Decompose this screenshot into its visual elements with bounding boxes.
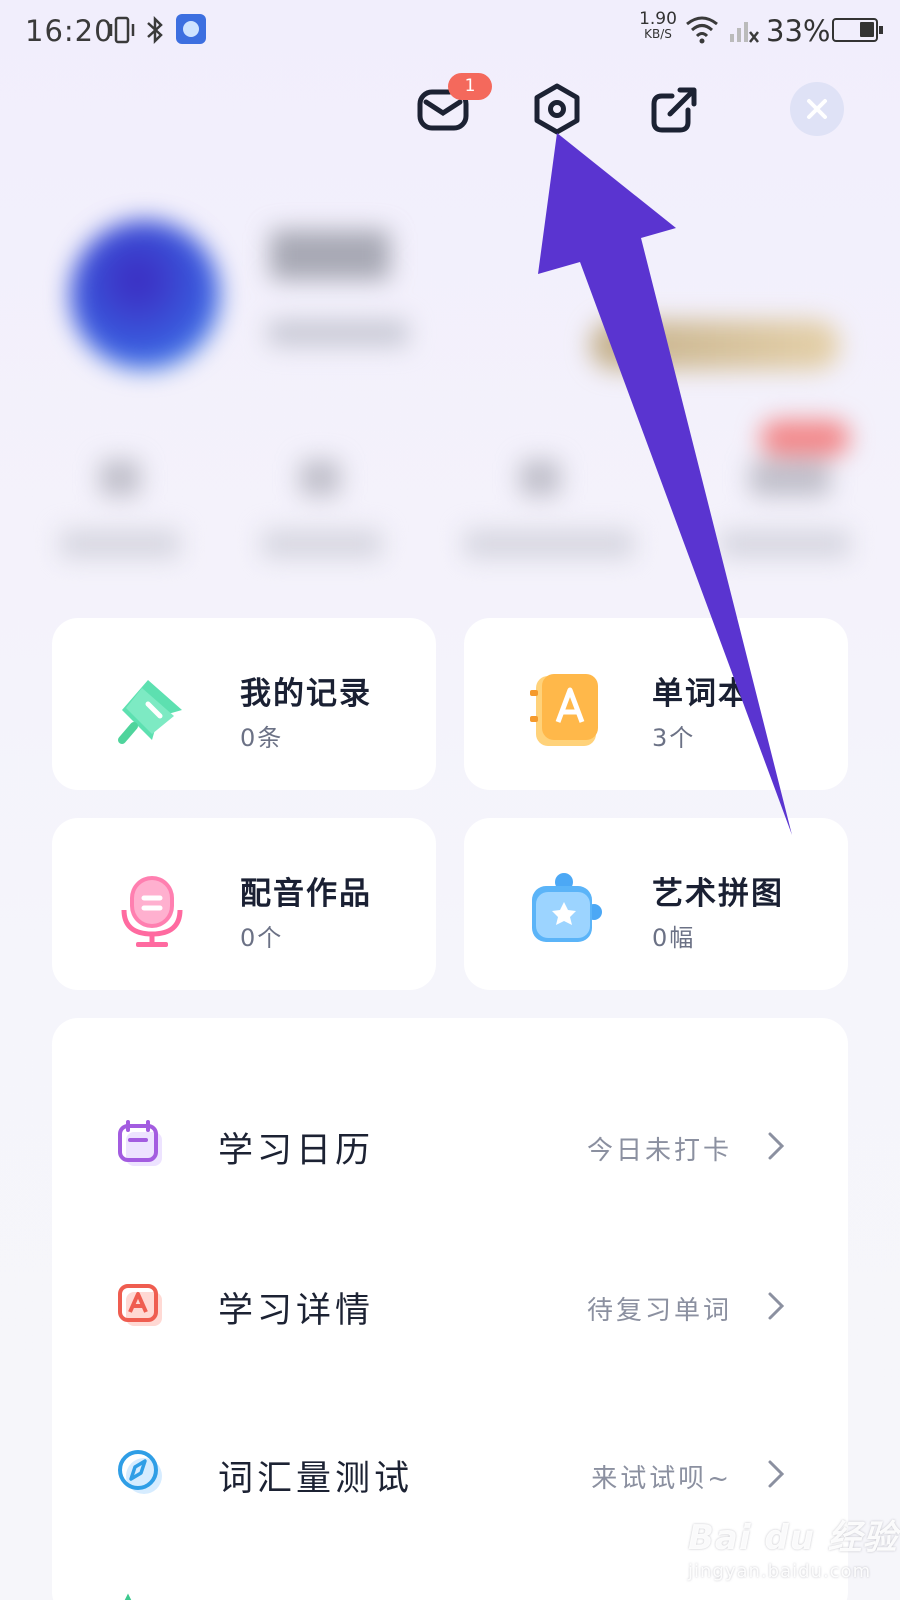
microphone-icon [121,876,183,947]
card-count: 0条 [240,724,284,752]
puzzle-icon [532,873,602,942]
compass-icon [118,1450,162,1494]
list-item-status: 今日未打卡 [586,1136,732,1166]
status-time: 16:20 [25,14,114,48]
stat-blurred [520,460,560,496]
card-count: 0个 [240,924,284,952]
settings-icon[interactable] [530,82,584,136]
card-title: 我的记录 [240,676,372,712]
stat-blurred [100,460,140,496]
wifi-icon [686,16,718,44]
partial-list-icon [124,1593,132,1600]
list-item-study-calendar[interactable]: 学习日历 今日未打卡 [52,1094,848,1194]
user-subtitle-blurred [268,320,408,346]
list-item-vocabulary-test[interactable]: 词汇量测试 来试试呗~ [52,1422,848,1522]
avatar[interactable] [70,220,220,370]
wordbook-icon [530,674,598,746]
stat-label-blurred [464,530,634,558]
stat-label-blurred [60,530,180,558]
watermark-logo: Bai du 经验 [688,1518,898,1558]
stat-label-blurred [262,530,382,558]
card-count: 0幅 [652,924,696,952]
bluetooth-icon [147,15,163,45]
list-item-label: 词汇量测试 [218,1459,414,1499]
card-my-records[interactable]: 我的记录 0条 [52,618,436,790]
card-title: 艺术拼图 [652,876,784,912]
username-blurred [270,230,390,280]
calendar-icon [118,1120,162,1166]
card-wordbook[interactable]: 单词本 3个 [464,618,848,790]
card-title: 配音作品 [240,876,372,912]
list-item-status: 来试试呗~ [591,1464,732,1494]
watermark: Bai du 经验 jingyan.baidu.com [688,1510,898,1582]
close-icon [807,99,827,119]
battery-icon [832,18,883,42]
chevron-right-icon [768,1460,785,1488]
card-count: 3个 [652,724,696,752]
pin-icon [118,680,182,744]
signal-icon [730,22,759,43]
chevron-right-icon [768,1292,785,1320]
list-item-status: 待复习单词 [586,1296,732,1326]
stat-label-blurred [720,530,850,558]
stat-blurred [750,460,830,496]
network-speed: 1.90 KB/S [639,9,677,42]
share-icon[interactable] [648,82,702,136]
promo-tag-blurred [760,420,850,456]
app-notification-icon [176,14,206,44]
profile-section-blurred [0,180,900,600]
vip-badge-blurred[interactable] [590,320,840,370]
watermark-url: jingyan.baidu.com [688,1561,872,1582]
study-detail-icon [118,1284,162,1326]
status-bar: 16:20 1.90 KB/S 33% [0,0,900,64]
list-item-label: 学习日历 [218,1131,375,1171]
vibrate-icon [109,16,135,44]
card-title: 单词本 [652,676,751,712]
close-button[interactable] [790,82,844,136]
chevron-right-icon [768,1132,785,1160]
list-item-label: 学习详情 [218,1291,375,1331]
card-art-puzzle[interactable]: 艺术拼图 0幅 [464,818,848,990]
stat-blurred [300,460,340,496]
card-dubbing-works[interactable]: 配音作品 0个 [52,818,436,990]
battery-percent: 33% [766,14,831,48]
list-item-study-details[interactable]: 学习详情 待复习单词 [52,1254,848,1354]
mail-badge: 1 [448,73,492,100]
